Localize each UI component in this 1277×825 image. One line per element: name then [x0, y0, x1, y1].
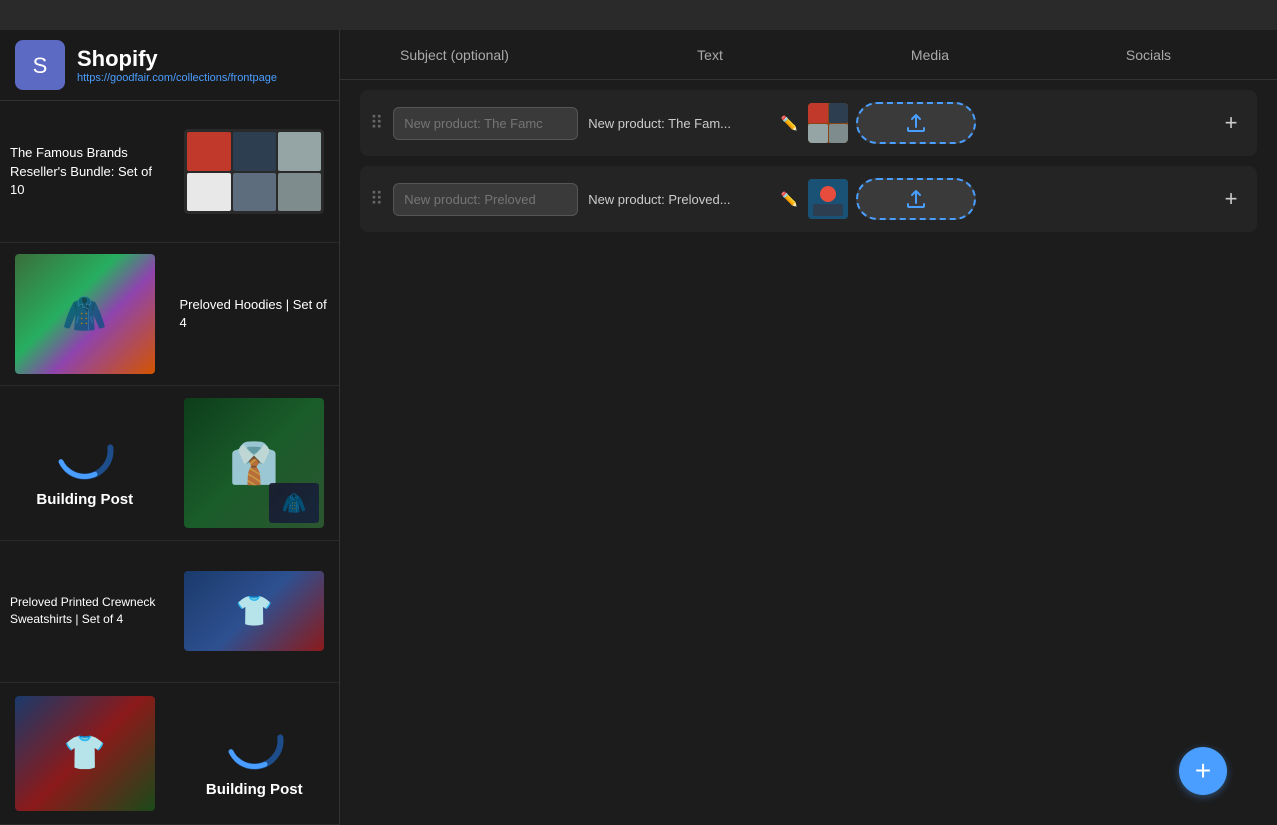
sidebar: S Shopify https://goodfair.com/collectio… — [0, 30, 340, 825]
col-header-text: Text — [600, 47, 820, 63]
upload-button-1[interactable] — [856, 102, 976, 144]
plus-button-1[interactable]: + — [1215, 107, 1247, 139]
shopify-header: S Shopify https://goodfair.com/collectio… — [0, 30, 339, 101]
building-post-cell-3: Building Post — [0, 386, 170, 541]
building-post-label-5: Building Post — [206, 781, 303, 798]
flannel-image-cell: 👔 🧥 — [170, 386, 340, 541]
add-row-button[interactable]: + — [1179, 747, 1227, 795]
sweatshirt-image-cell: 👕 — [0, 683, 170, 824]
post-rows: ⠿ New product: The Fam... ✏️ — [340, 80, 1277, 825]
shopify-title-area: Shopify https://goodfair.com/collections… — [77, 46, 277, 84]
product-image-cell-2: 🧥 — [0, 243, 170, 384]
col-header-subject: Subject (optional) — [400, 47, 600, 63]
product-row-2: 🧥 Preloved Hoodies | Set of 4 — [0, 243, 339, 385]
edit-icon-1[interactable]: ✏️ — [781, 115, 798, 132]
product-name-1: The Famous Brands Reseller's Bundle: Set… — [10, 144, 160, 199]
text-value-1: New product: The Fam... — [588, 116, 773, 131]
product-name-2: Preloved Hoodies | Set of 4 — [180, 296, 330, 332]
thumbnail-2 — [808, 179, 848, 219]
post-row-1: ⠿ New product: The Fam... ✏️ — [360, 90, 1257, 156]
col-header-media: Media — [820, 47, 1040, 63]
thumbnail-1 — [808, 103, 848, 143]
text-value-2: New product: Preloved... — [588, 192, 773, 207]
text-area-1: New product: The Fam... ✏️ — [588, 115, 798, 132]
product-image-5: 👕 — [15, 696, 155, 811]
text-area-2: New product: Preloved... ✏️ — [588, 191, 798, 208]
spinner-5 — [222, 708, 287, 773]
product-image-4: 👕 — [184, 571, 324, 651]
product-name-4: Preloved Printed Crewneck Sweatshirts | … — [10, 594, 160, 628]
product-image-cell-1 — [170, 101, 340, 242]
drag-handle-2[interactable]: ⠿ — [370, 189, 383, 210]
product-name-cell-4: Preloved Printed Crewneck Sweatshirts | … — [0, 541, 170, 682]
main-layout: S Shopify https://goodfair.com/collectio… — [0, 30, 1277, 825]
building-post-cell-5: Building Post — [170, 683, 340, 824]
product-image-3: 👔 🧥 — [184, 398, 324, 528]
building-post-label-3: Building Post — [36, 491, 133, 508]
shopify-url[interactable]: https://goodfair.com/collections/frontpa… — [77, 72, 277, 84]
svg-text:S: S — [33, 53, 48, 78]
product-image-2: 🧥 — [15, 254, 155, 374]
col-header-socials: Socials — [1040, 47, 1257, 63]
drag-handle-1[interactable]: ⠿ — [370, 113, 383, 134]
product-row-4: Preloved Printed Crewneck Sweatshirts | … — [0, 541, 339, 683]
media-area-2 — [808, 178, 1018, 220]
shopify-logo: S — [15, 40, 65, 90]
product-row-3: Building Post 👔 🧥 — [0, 386, 339, 541]
column-headers: Subject (optional) Text Media Socials — [340, 30, 1277, 80]
product-row-5: 👕 Building Post — [0, 683, 339, 825]
product-name-cell-2: Preloved Hoodies | Set of 4 — [170, 243, 340, 384]
product-image-cell-4: 👕 — [170, 541, 340, 682]
spinner-3 — [52, 418, 117, 483]
upload-button-2[interactable] — [856, 178, 976, 220]
edit-icon-2[interactable]: ✏️ — [781, 191, 798, 208]
post-row-2: ⠿ New product: Preloved... ✏️ — [360, 166, 1257, 232]
right-content: Subject (optional) Text Media Socials ⠿ … — [340, 30, 1277, 825]
subject-input-1[interactable] — [393, 107, 578, 140]
subject-input-2[interactable] — [393, 183, 578, 216]
product-name-cell-1: The Famous Brands Reseller's Bundle: Set… — [0, 101, 170, 242]
shopify-title: Shopify — [77, 46, 277, 72]
product-image-1 — [184, 129, 324, 214]
product-row-1: The Famous Brands Reseller's Bundle: Set… — [0, 101, 339, 243]
building-post-3: Building Post — [36, 418, 133, 508]
building-post-5: Building Post — [206, 708, 303, 798]
plus-button-2[interactable]: + — [1215, 183, 1247, 215]
media-area-1 — [808, 102, 1018, 144]
top-bar — [0, 0, 1277, 30]
